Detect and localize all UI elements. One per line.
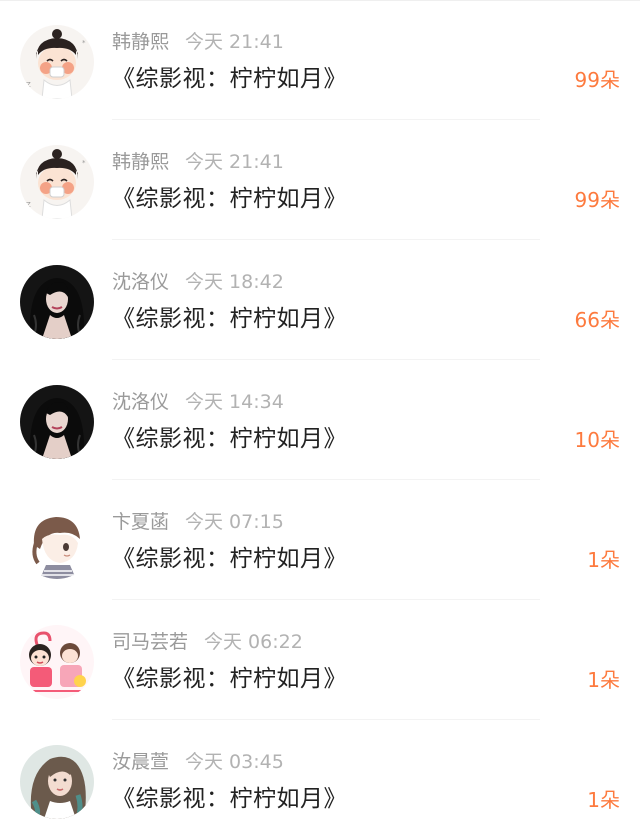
user-name[interactable]: 汝晨萱 <box>112 751 169 773</box>
anime-girl-profile-avatar[interactable] <box>20 505 94 579</box>
list-item[interactable]: Z * 韩静熙 今天 21:41 《综影视：柠柠如月》 99朵 <box>0 0 640 120</box>
timestamp: 今天 18:42 <box>185 271 284 293</box>
item-meta: 卞夏菡 今天 07:15 <box>112 509 284 535</box>
flower-count: 66朵 <box>574 308 620 332</box>
timestamp: 今天 03:45 <box>185 751 284 773</box>
user-name[interactable]: 司马芸若 <box>112 631 188 653</box>
book-title[interactable]: 《综影视：柠柠如月》 <box>112 183 347 215</box>
item-meta: 司马芸若 今天 06:22 <box>112 629 303 655</box>
list-item[interactable]: 司马芸若 今天 06:22 《综影视：柠柠如月》 1朵 <box>0 600 640 720</box>
item-meta: 韩静熙 今天 21:41 <box>112 29 284 55</box>
item-meta: 汝晨萱 今天 03:45 <box>112 749 284 775</box>
book-title[interactable]: 《综影视：柠柠如月》 <box>112 543 347 575</box>
item-meta: 韩静熙 今天 21:41 <box>112 149 284 175</box>
flower-count: 99朵 <box>574 68 620 92</box>
user-name[interactable]: 沈洛仪 <box>112 271 169 293</box>
list-item[interactable]: 卞夏菡 今天 07:15 《综影视：柠柠如月》 1朵 <box>0 480 640 600</box>
user-name[interactable]: 沈洛仪 <box>112 391 169 413</box>
cartoon-girl-avatar[interactable]: Z * <box>20 25 94 99</box>
book-title[interactable]: 《综影视：柠柠如月》 <box>112 63 347 95</box>
dark-hair-portrait-avatar[interactable] <box>20 265 94 339</box>
woman-photo-avatar[interactable] <box>20 745 94 819</box>
flower-count: 1朵 <box>587 788 620 812</box>
timestamp: 今天 21:41 <box>185 31 284 53</box>
list-item[interactable]: Z * 韩静熙 今天 21:41 《综影视：柠柠如月》 99朵 <box>0 120 640 240</box>
item-meta: 沈洛仪 今天 14:34 <box>112 389 284 415</box>
list-item[interactable]: 沈洛仪 今天 18:42 《综影视：柠柠如月》 66朵 <box>0 240 640 360</box>
book-title[interactable]: 《综影视：柠柠如月》 <box>112 783 347 815</box>
svg-text:Z: Z <box>26 201 31 209</box>
flower-count: 99朵 <box>574 188 620 212</box>
svg-text:Z: Z <box>26 81 31 89</box>
dark-hair-portrait-avatar[interactable] <box>20 385 94 459</box>
user-name[interactable]: 卞夏菡 <box>112 511 169 533</box>
list-item[interactable]: 沈洛仪 今天 14:34 《综影视：柠柠如月》 10朵 <box>0 360 640 480</box>
pink-cartoon-couple-avatar[interactable] <box>20 625 94 699</box>
user-name[interactable]: 韩静熙 <box>112 151 169 173</box>
timestamp: 今天 14:34 <box>185 391 284 413</box>
timestamp: 今天 07:15 <box>185 511 284 533</box>
book-title[interactable]: 《综影视：柠柠如月》 <box>112 423 347 455</box>
list-item[interactable]: 汝晨萱 今天 03:45 《综影视：柠柠如月》 1朵 <box>0 720 640 840</box>
cartoon-girl-avatar[interactable]: Z * <box>20 145 94 219</box>
svg-text:*: * <box>82 39 86 47</box>
flower-count: 1朵 <box>587 668 620 692</box>
timestamp: 今天 21:41 <box>185 151 284 173</box>
user-name[interactable]: 韩静熙 <box>112 31 169 53</box>
item-meta: 沈洛仪 今天 18:42 <box>112 269 284 295</box>
flower-count: 1朵 <box>587 548 620 572</box>
book-title[interactable]: 《综影视：柠柠如月》 <box>112 303 347 335</box>
book-title[interactable]: 《综影视：柠柠如月》 <box>112 663 347 695</box>
timestamp: 今天 06:22 <box>204 631 303 653</box>
flower-count: 10朵 <box>574 428 620 452</box>
svg-text:*: * <box>82 159 86 167</box>
